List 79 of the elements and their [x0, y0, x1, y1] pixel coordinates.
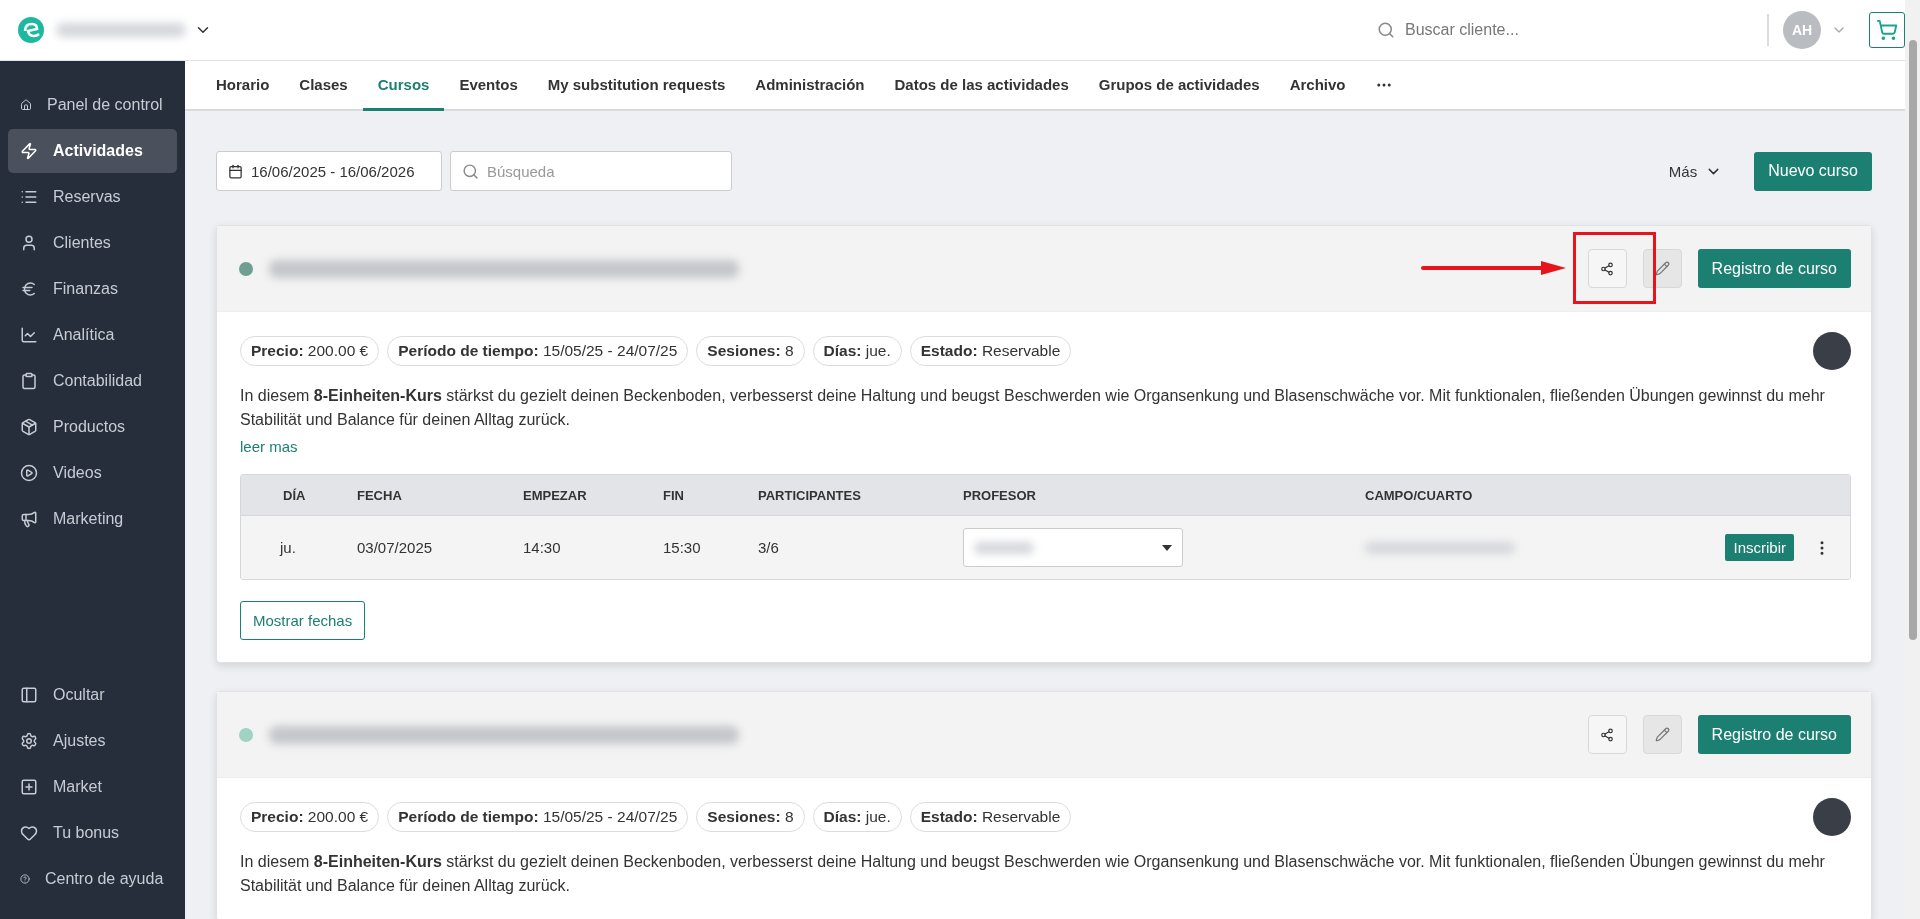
sidebar-item[interactable]: Actividades: [8, 129, 177, 173]
heart-icon: [20, 824, 38, 842]
tab[interactable]: Archivo: [1274, 61, 1361, 111]
tab[interactable]: Grupos de actividades: [1083, 61, 1275, 111]
tab[interactable]: My substitution requests: [532, 61, 741, 111]
sidebar-item[interactable]: Panel de control: [8, 83, 177, 127]
panel-icon: [20, 686, 38, 704]
table-cell-text: 14:30: [523, 539, 562, 556]
column-header: DÍA: [282, 487, 307, 503]
pencil-icon: [1654, 727, 1670, 742]
table-cell-text: ju.: [278, 539, 297, 556]
enroll-button[interactable]: Inscribir: [1725, 534, 1794, 561]
date-range-field[interactable]: 16/06/2025 - 16/06/2026: [216, 151, 442, 191]
help-icon: [20, 874, 30, 884]
sidebar-item[interactable]: Tu bonus: [8, 811, 177, 855]
line-chart-icon: [20, 326, 38, 344]
sidebar-item[interactable]: Ajustes: [8, 719, 177, 763]
cart-icon: [1876, 19, 1898, 41]
tab[interactable]: Cursos: [362, 61, 445, 111]
cart-button[interactable]: [1869, 12, 1905, 48]
clipboard-icon: [20, 372, 38, 390]
dropdown-caret-icon: [1162, 544, 1172, 551]
sidebar-item[interactable]: Productos: [8, 405, 177, 449]
read-more-link[interactable]: leer mas: [240, 438, 298, 455]
table-cell-text: 03/07/2025: [357, 539, 434, 556]
sidebar-item[interactable]: Reservas: [8, 175, 177, 219]
tab[interactable]: Horario: [201, 61, 285, 111]
register-button[interactable]: Registro de curso: [1697, 249, 1851, 288]
share-icon: [1600, 727, 1615, 742]
play-icon: [20, 464, 38, 482]
client-search-field[interactable]: Buscar cliente...: [1377, 21, 1677, 39]
pencil-icon: [1654, 261, 1670, 276]
sidebar-item[interactable]: Contabilidad: [8, 359, 177, 403]
avatar: [1813, 798, 1851, 836]
sidebar-item[interactable]: Finanzas: [8, 267, 177, 311]
list-icon: [20, 188, 38, 206]
more-dropdown[interactable]: Más: [1662, 161, 1729, 181]
logo: [18, 17, 44, 43]
lightning-icon: [20, 142, 38, 160]
tab[interactable]: Administración: [740, 61, 880, 111]
calendar-icon: [228, 163, 243, 179]
sidebar-item[interactable]: Clientes: [8, 221, 177, 265]
home-icon: [20, 99, 32, 111]
edit-button[interactable]: [1642, 249, 1682, 288]
column-header: FECHA: [357, 487, 403, 503]
search-icon: [1377, 21, 1395, 39]
tab[interactable]: Eventos: [444, 61, 533, 111]
plus-square-icon: [20, 778, 38, 796]
show-dates-button[interactable]: Mostrar fechas: [240, 601, 366, 640]
course-description: In diesem 8-Einheiten-Kurs stärkst du gezielt deinen Beckenboden, verbesserst deine Haltung und beugst Beschwerden wie Organsenkung und Blasenschwäche vor. Mit funktionalen, fließenden Übungen gewinnst du mehr Stabilität und Balance für deinen Alltag zurück.: [240, 386, 1826, 430]
package-icon: [20, 418, 38, 436]
column-header: EMPEZAR: [523, 487, 588, 503]
search-icon: [462, 162, 479, 180]
share-button[interactable]: [1587, 249, 1627, 288]
sidebar-item[interactable]: Centro de ayuda: [8, 857, 177, 901]
sidebar-item[interactable]: Ocultar: [8, 673, 177, 717]
settings-icon: [20, 732, 38, 750]
tab[interactable]: Datos de las actividades: [879, 61, 1084, 111]
course-description: In diesem 8-Einheiten-Kurs stärkst du gezielt deinen Beckenboden, verbesserst deine Haltung und beugst Beschwerden wie Organsenkung und Blasenschwäche vor. Mit funktionalen, fließenden Übungen gewinnst du mehr Stabilität und Balance für deinen Alltag zurück.: [240, 852, 1826, 896]
sidebar-item[interactable]: Marketing: [8, 497, 177, 541]
table-cell-text: 3/6: [758, 539, 780, 556]
column-header: FIN: [663, 487, 685, 503]
share-button[interactable]: [1587, 715, 1627, 754]
new-course-button[interactable]: Nuevo curso: [1754, 151, 1872, 191]
table-cell-text: 15:30: [663, 539, 702, 556]
sidebar-item[interactable]: Videos: [8, 451, 177, 495]
tab[interactable]: Clases: [284, 61, 363, 111]
edit-button[interactable]: [1642, 715, 1682, 754]
user-icon: [20, 234, 38, 252]
sidebar-item[interactable]: Market: [8, 765, 177, 809]
share-icon: [1600, 261, 1615, 276]
column-header: PROFESOR: [963, 487, 1037, 503]
column-header: CAMPO/CUARTO: [1365, 487, 1474, 503]
avatar: [1813, 332, 1851, 370]
euro-icon: [20, 280, 38, 298]
megaphone-icon: [20, 510, 38, 528]
column-header: PARTICIPANTES: [758, 487, 862, 503]
register-button[interactable]: Registro de curso: [1697, 715, 1851, 754]
sidebar-item[interactable]: Analítica: [8, 313, 177, 357]
